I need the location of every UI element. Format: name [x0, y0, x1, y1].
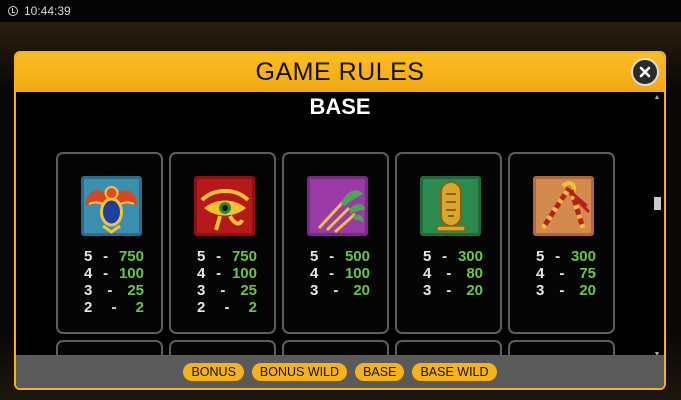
payout-list: 5-300 4-80 3-20	[423, 248, 483, 299]
payout-count: 4	[197, 265, 206, 282]
game-rules-modal: GAME RULES BASE 5 - 750 4 - 100 3 - 25 2…	[14, 51, 666, 390]
payout-row: 5-750	[84, 248, 144, 265]
symbol-card-papyrus: 5-500 4-100 3-20	[282, 152, 389, 334]
payout-count: 3	[84, 282, 93, 299]
payout-value: 750	[231, 248, 257, 265]
payout-count: 3	[423, 282, 432, 299]
payout-row: 4-75	[536, 265, 596, 282]
payout-count: 4	[423, 265, 432, 282]
payout-count: 5	[84, 248, 93, 265]
payout-row: 2-2	[84, 299, 144, 316]
tab-bonus[interactable]: BONUS	[183, 362, 244, 381]
payout-row: 3-25	[197, 282, 257, 299]
symbol-card-cartouche: 5-300 4-80 3-20	[395, 152, 502, 334]
rules-tab-bar: BONUS BONUS WILD BASE BASE WILD	[16, 355, 664, 388]
clock-icon	[8, 6, 18, 16]
payout-list: 5-500 4-100 3-20	[310, 248, 370, 299]
scrollbar-thumb[interactable]	[654, 197, 661, 210]
payout-value: 2	[248, 299, 257, 316]
eye-of-horus-symbol-icon	[194, 176, 255, 236]
payout-value: 750	[118, 248, 144, 265]
symbol-card-scarab: 5-750 4-100 3-25 2-2	[56, 152, 163, 334]
payout-count: 3	[197, 282, 206, 299]
payout-value: 75	[579, 265, 596, 282]
payout-count: 4	[536, 265, 545, 282]
cartouche-symbol-icon	[420, 176, 481, 236]
payout-value: 300	[457, 248, 483, 265]
payout-row: 5-300	[536, 248, 596, 265]
payout-count: 5	[197, 248, 206, 265]
tab-base[interactable]: BASE	[355, 362, 405, 381]
crook-and-flail-symbol-icon	[533, 176, 594, 236]
close-button[interactable]	[631, 58, 659, 86]
section-title: BASE	[309, 94, 371, 119]
payout-count: 4	[310, 265, 319, 282]
payout-value: 500	[344, 248, 370, 265]
payout-count: 3	[310, 282, 319, 299]
payout-value: 2	[135, 299, 144, 316]
symbol-card-crook-and-flail: 5-300 4-75 3-20	[508, 152, 615, 334]
tab-base-wild[interactable]: BASE WILD	[412, 362, 497, 381]
payout-row: 5-500	[310, 248, 370, 265]
status-time: 10:44:39	[24, 4, 71, 18]
scroll-up-icon[interactable]: ▲	[653, 94, 661, 102]
payout-value: 100	[231, 265, 257, 282]
payout-row: 5-300	[423, 248, 483, 265]
payout-count: 2	[197, 299, 206, 316]
payout-value: 300	[570, 248, 596, 265]
payout-value: 80	[466, 265, 483, 282]
payout-row: 4-100	[197, 265, 257, 282]
payout-row: 3-20	[423, 282, 483, 299]
payout-list: 5-750 4-100 3-25 2-2	[197, 248, 257, 316]
payout-row: 5-750	[197, 248, 257, 265]
modal-header: GAME RULES	[16, 53, 664, 92]
payout-row: 3-20	[310, 282, 370, 299]
payout-row: 2-2	[197, 299, 257, 316]
payout-value: 20	[353, 282, 370, 299]
payout-count: 3	[536, 282, 545, 299]
payout-value: 20	[466, 282, 483, 299]
payout-value: 100	[118, 265, 144, 282]
payout-row: 3-20	[536, 282, 596, 299]
payout-row: 3-25	[84, 282, 144, 299]
payout-count: 5	[310, 248, 319, 265]
payout-count: 4	[84, 265, 93, 282]
payout-value: 25	[240, 282, 257, 299]
status-bar: 10:44:39	[0, 0, 681, 23]
payout-row: 4-100	[84, 265, 144, 282]
tab-bonus-wild[interactable]: BONUS WILD	[251, 362, 348, 381]
close-icon	[639, 66, 651, 78]
scrollbar[interactable]: ▲ ▼	[653, 94, 661, 359]
payout-count: 5	[536, 248, 545, 265]
payout-row: 4-100	[310, 265, 370, 282]
payout-value: 100	[344, 265, 370, 282]
payout-list: 5-750 4-100 3-25 2-2	[84, 248, 144, 316]
payout-count: 2	[84, 299, 93, 316]
modal-title: GAME RULES	[255, 58, 425, 86]
payout-value: 20	[579, 282, 596, 299]
papyrus-symbol-icon	[307, 176, 368, 236]
symbol-card-eye-of-horus: 5-750 4-100 3-25 2-2	[169, 152, 276, 334]
payout-value: 25	[127, 282, 144, 299]
payout-row: 4-80	[423, 265, 483, 282]
payout-count: 5	[423, 248, 432, 265]
payout-list: 5-300 4-75 3-20	[536, 248, 596, 299]
scarab-symbol-icon	[81, 176, 142, 236]
